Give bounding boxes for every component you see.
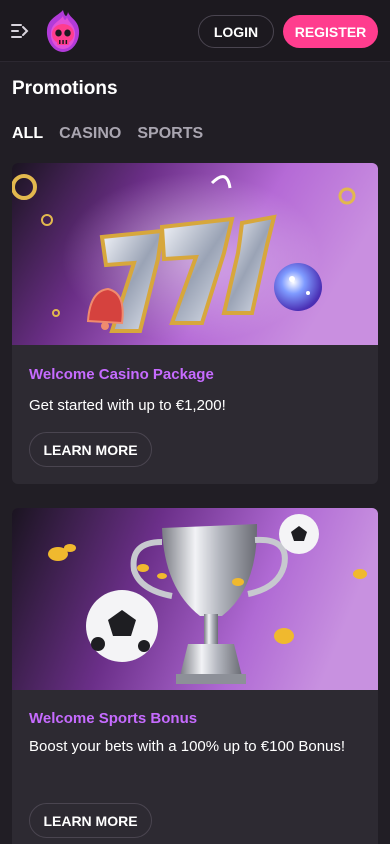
promo-card-casino: Welcome Casino Package Get started with … (12, 163, 378, 484)
menu-icon[interactable] (10, 22, 30, 40)
promo-title: Welcome Sports Bonus (29, 710, 198, 727)
skull-logo-icon[interactable] (42, 8, 84, 54)
page-title: Promotions (12, 78, 118, 99)
tab-sports[interactable]: SPORTS (137, 125, 203, 143)
learn-more-button[interactable]: LEARN MORE (29, 803, 152, 838)
tab-casino[interactable]: CASINO (59, 125, 121, 143)
promo-description: Boost your bets with a 100% up to €100 B… (29, 738, 346, 755)
top-header: LOGIN REGISTER (0, 0, 390, 62)
promo-card-sports: Welcome Sports Bonus Boost your bets wit… (12, 508, 378, 844)
promo-tabs: ALL CASINO SPORTS (12, 125, 203, 143)
promo-description: Get started with up to €1,200! (29, 397, 226, 414)
promo-title: Welcome Casino Package (29, 366, 214, 383)
trophy-image (12, 508, 378, 690)
tab-all[interactable]: ALL (12, 125, 43, 143)
learn-more-button[interactable]: LEARN MORE (29, 432, 152, 467)
register-button[interactable]: REGISTER (283, 15, 378, 48)
login-button[interactable]: LOGIN (198, 15, 274, 48)
slot-777-image (12, 163, 378, 345)
